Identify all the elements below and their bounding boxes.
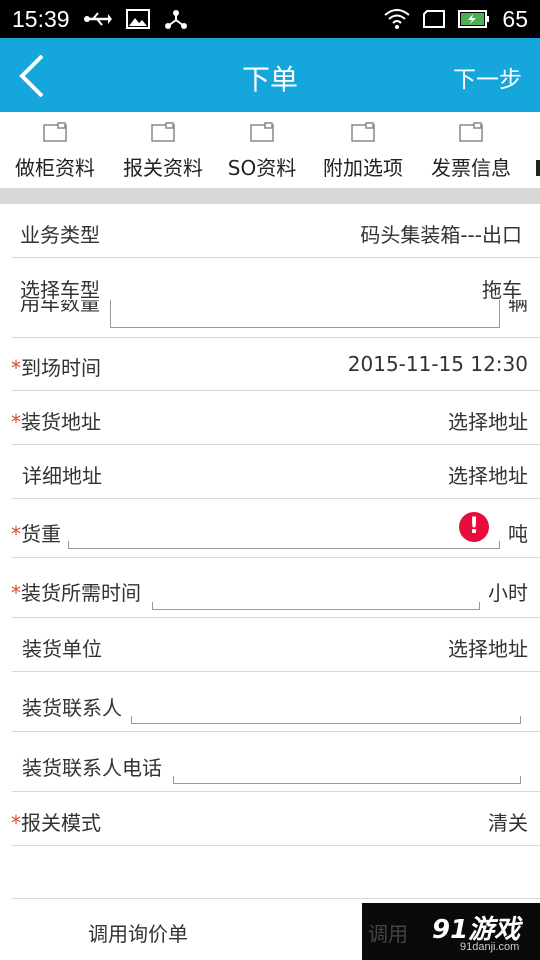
required-marker: * xyxy=(11,410,21,434)
status-time: 15:39 xyxy=(12,5,70,32)
cargo-weight-label: 货重 xyxy=(21,522,61,546)
section-tab-strip: 做柜资料 报关资料 SO资料 附加选项 发票信息 xyxy=(0,112,540,188)
next-step-button[interactable]: 下一步 xyxy=(453,60,522,94)
tab-extra-options[interactable]: 附加选项 xyxy=(308,112,418,188)
customs-mode-label: 报关模式 xyxy=(21,811,101,835)
loading-address-row[interactable]: *装货地址 选择地址 xyxy=(0,391,540,445)
loading-address-label-group: *装货地址 xyxy=(11,406,101,435)
battery-icon xyxy=(458,10,490,28)
loading-time-label: 装货所需时间 xyxy=(21,581,141,605)
arrival-time-row[interactable]: *到场时间 2015-11-15 12:30 xyxy=(0,338,540,391)
business-type-value: 码头集装箱---出口 xyxy=(360,223,522,247)
battery-level: 65 xyxy=(502,5,528,32)
watermark-site: 91danji.com xyxy=(460,941,520,953)
share-icon xyxy=(164,10,187,29)
tab-card-icon xyxy=(459,122,483,142)
vehicle-count-unit: 辆 xyxy=(508,300,528,315)
loading-time-label-group: *装货所需时间 xyxy=(11,577,141,606)
tab-label: 做柜资料 xyxy=(15,156,95,180)
vehicle-type-value: 拖车 xyxy=(482,278,522,302)
tab-invoice-info[interactable]: 发票信息 xyxy=(416,112,526,188)
loading-time-unit: 小时 xyxy=(488,581,528,605)
required-marker: * xyxy=(11,581,21,605)
loading-unit-row[interactable]: 装货单位 选择地址 xyxy=(0,618,540,672)
wifi-icon xyxy=(384,9,411,29)
loading-contact-input[interactable] xyxy=(131,716,521,724)
tab-overflow-hint xyxy=(536,160,540,176)
cargo-weight-row: *货重 ! 吨 xyxy=(0,499,540,558)
customs-mode-label-group: *报关模式 xyxy=(11,807,101,836)
required-marker: * xyxy=(11,522,21,546)
loading-contact-phone-input[interactable] xyxy=(173,776,521,784)
watermark-overlay: 调用 91游戏 91danji.com xyxy=(362,903,540,960)
loading-contact-phone-label: 装货联系人电话 xyxy=(22,756,162,780)
detail-address-row[interactable]: 详细地址 选择地址 xyxy=(0,445,540,499)
status-notification-icons xyxy=(83,8,188,30)
customs-mode-row[interactable]: *报关模式 清关 xyxy=(0,792,540,846)
required-marker: * xyxy=(11,811,21,835)
business-type-row[interactable]: 业务类型 码头集装箱---出口 xyxy=(0,204,540,258)
tab-card-icon xyxy=(250,122,274,142)
arrival-time-label-group: *到场时间 xyxy=(11,352,101,381)
detail-address-label: 详细地址 xyxy=(22,464,102,488)
loading-address-label: 装货地址 xyxy=(21,410,101,434)
loading-unit-label: 装货单位 xyxy=(22,637,102,661)
bottom-divider xyxy=(12,898,540,899)
use-second-button-partial[interactable]: 调用 xyxy=(368,918,408,947)
tab-customs-info[interactable]: 报关资料 xyxy=(108,112,218,188)
status-bar: 15:39 65 xyxy=(0,0,540,38)
usb-icon xyxy=(83,12,112,26)
cargo-weight-input[interactable] xyxy=(68,541,500,549)
arrival-time-value: 2015-11-15 12:30 xyxy=(347,352,528,376)
row-divider xyxy=(12,845,540,846)
tab-label: 发票信息 xyxy=(431,156,511,180)
status-system-icons: 65 xyxy=(384,6,528,33)
tab-card-icon xyxy=(351,122,375,142)
cargo-weight-unit: 吨 xyxy=(508,522,528,546)
section-divider xyxy=(0,188,540,204)
loading-unit-value: 选择地址 xyxy=(448,637,528,661)
loading-time-input[interactable] xyxy=(152,602,480,610)
image-icon xyxy=(125,9,150,29)
cargo-weight-label-group: *货重 xyxy=(11,518,61,547)
error-icon: ! xyxy=(459,512,489,542)
recent-apps-icon xyxy=(423,10,446,28)
tab-so-info[interactable]: SO资料 xyxy=(216,112,308,188)
business-type-label: 业务类型 xyxy=(20,223,100,247)
tab-label: SO资料 xyxy=(227,156,297,180)
vehicle-type-label: 选择车型 xyxy=(20,278,100,302)
loading-contact-row: 装货联系人 xyxy=(0,672,540,732)
loading-contact-phone-row: 装货联系人电话 xyxy=(0,732,540,792)
tab-card-icon xyxy=(43,122,67,142)
loading-contact-label: 装货联系人 xyxy=(22,696,122,720)
use-inquiry-button[interactable]: 调用询价单 xyxy=(88,918,188,947)
loading-address-value: 选择地址 xyxy=(448,410,528,434)
arrival-time-label: 到场时间 xyxy=(21,356,101,380)
customs-mode-value: 清关 xyxy=(488,811,528,835)
vehicle-count-label: 用车数量 xyxy=(20,300,100,315)
detail-address-value: 选择地址 xyxy=(448,464,528,488)
loading-time-row: *装货所需时间 小时 xyxy=(0,558,540,618)
tab-label: 报关资料 xyxy=(123,156,203,180)
vehicle-type-row[interactable]: 选择车型 拖车 用车数量 辆 xyxy=(0,258,540,338)
vehicle-count-input[interactable] xyxy=(110,300,500,328)
tab-label: 附加选项 xyxy=(323,156,403,180)
required-marker: * xyxy=(11,356,21,380)
tab-card-icon xyxy=(151,122,175,142)
app-bar: 下单 下一步 xyxy=(0,38,540,112)
vehicle-count-row: 用车数量 辆 xyxy=(0,300,540,338)
tab-container-info[interactable]: 做柜资料 xyxy=(0,112,110,188)
